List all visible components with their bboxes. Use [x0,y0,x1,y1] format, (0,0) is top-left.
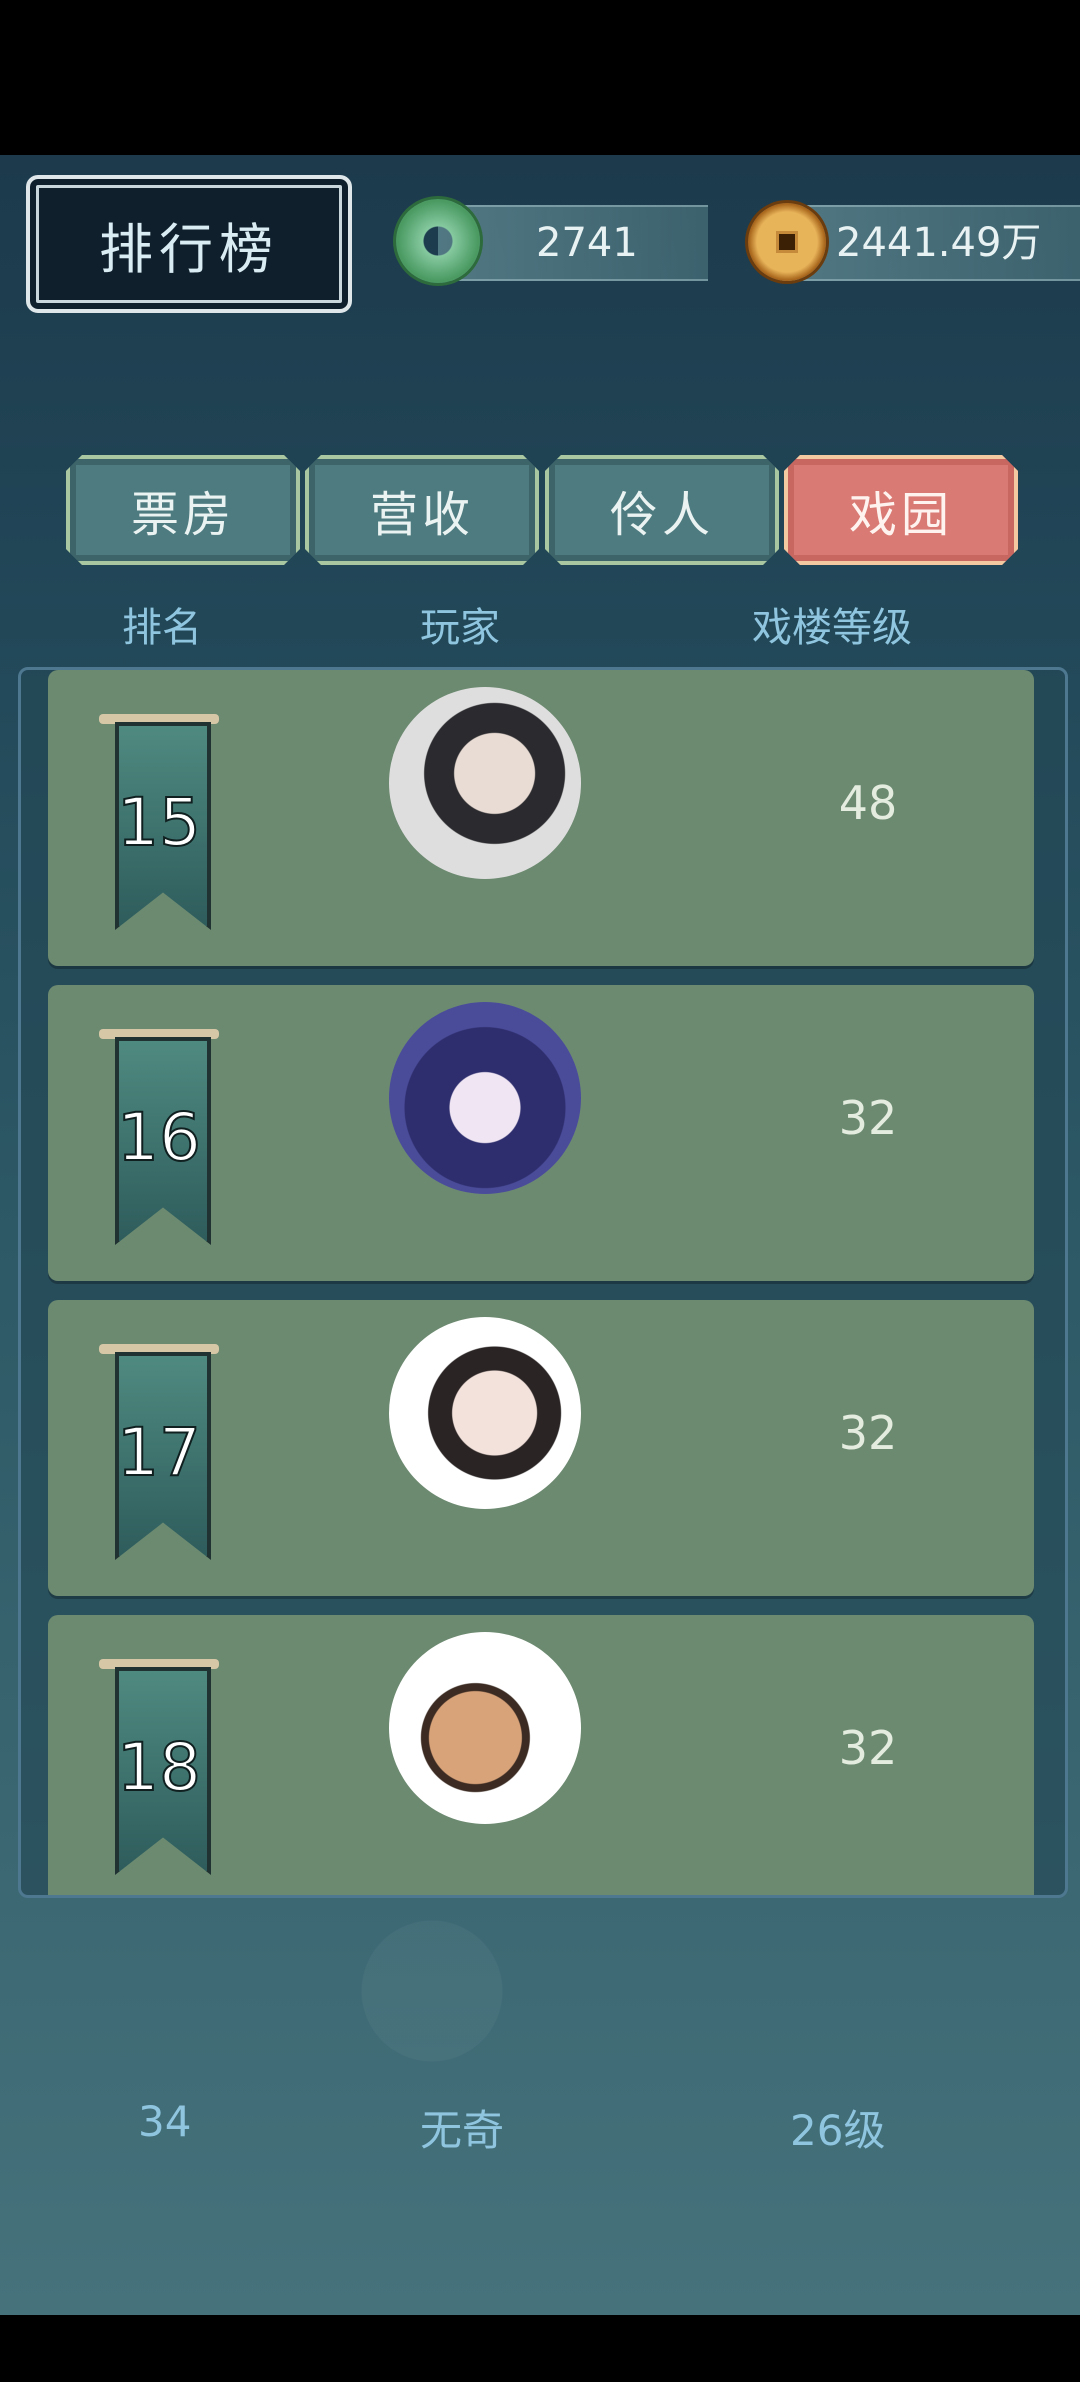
ranking-row[interactable]: 18 32 [48,1615,1034,1895]
self-rank: 34 [138,2097,192,2146]
rank-banner-icon: 18 [99,1659,219,1875]
rank-banner-icon: 17 [99,1344,219,1560]
jade-value: 2741 [536,220,638,266]
theater-level: 48 [838,776,898,830]
self-level: 26级 [790,2106,886,2155]
column-header-player: 玩家 [420,605,500,651]
player-avatar[interactable] [389,1632,581,1824]
rank-number: 16 [116,1098,202,1177]
ranking-row[interactable]: 17 32 [48,1300,1034,1596]
rank-banner-icon: 16 [99,1029,219,1245]
page-title-text: 排行榜 [99,217,279,281]
theater-level: 32 [838,1091,898,1145]
theater-level: 32 [838,1721,898,1775]
column-header-level: 戏楼等级 [752,605,912,651]
ranking-screen: 排行榜 2741 2441.49万 票房 营收 伶人 戏园 排名 玩家 戏楼等级… [0,155,1080,2315]
column-header-rank: 排名 [122,605,202,651]
jade-icon [396,199,480,283]
coin-value: 2441.49万 [836,220,1042,266]
player-avatar[interactable] [389,687,581,879]
rank-number: 17 [116,1413,202,1492]
ranking-row[interactable]: 16 32 [48,985,1034,1281]
tab-box-office-label: 票房 [130,487,235,543]
tab-box-office[interactable]: 票房 [66,455,300,565]
ranking-list[interactable]: 15 48 16 32 17 32 18 32 [18,667,1068,1898]
player-avatar[interactable] [389,1317,581,1509]
tab-performers-label: 伶人 [609,487,714,543]
tab-theater[interactable]: 戏园 [784,455,1018,565]
rank-number: 18 [116,1728,202,1807]
rank-number: 15 [116,783,202,862]
theater-level: 32 [838,1406,898,1460]
tab-performers[interactable]: 伶人 [545,455,779,565]
ranking-row[interactable]: 15 48 [48,670,1034,966]
player-avatar[interactable] [389,1002,581,1194]
rank-banner-icon: 15 [99,714,219,930]
self-name: 无奇 [420,2106,505,2155]
page-title: 排行榜 [26,175,352,313]
tab-theater-label: 戏园 [848,487,953,543]
copper-coin-icon [748,203,826,281]
tab-revenue[interactable]: 营收 [305,455,539,565]
tab-revenue-label: 营收 [369,487,474,543]
